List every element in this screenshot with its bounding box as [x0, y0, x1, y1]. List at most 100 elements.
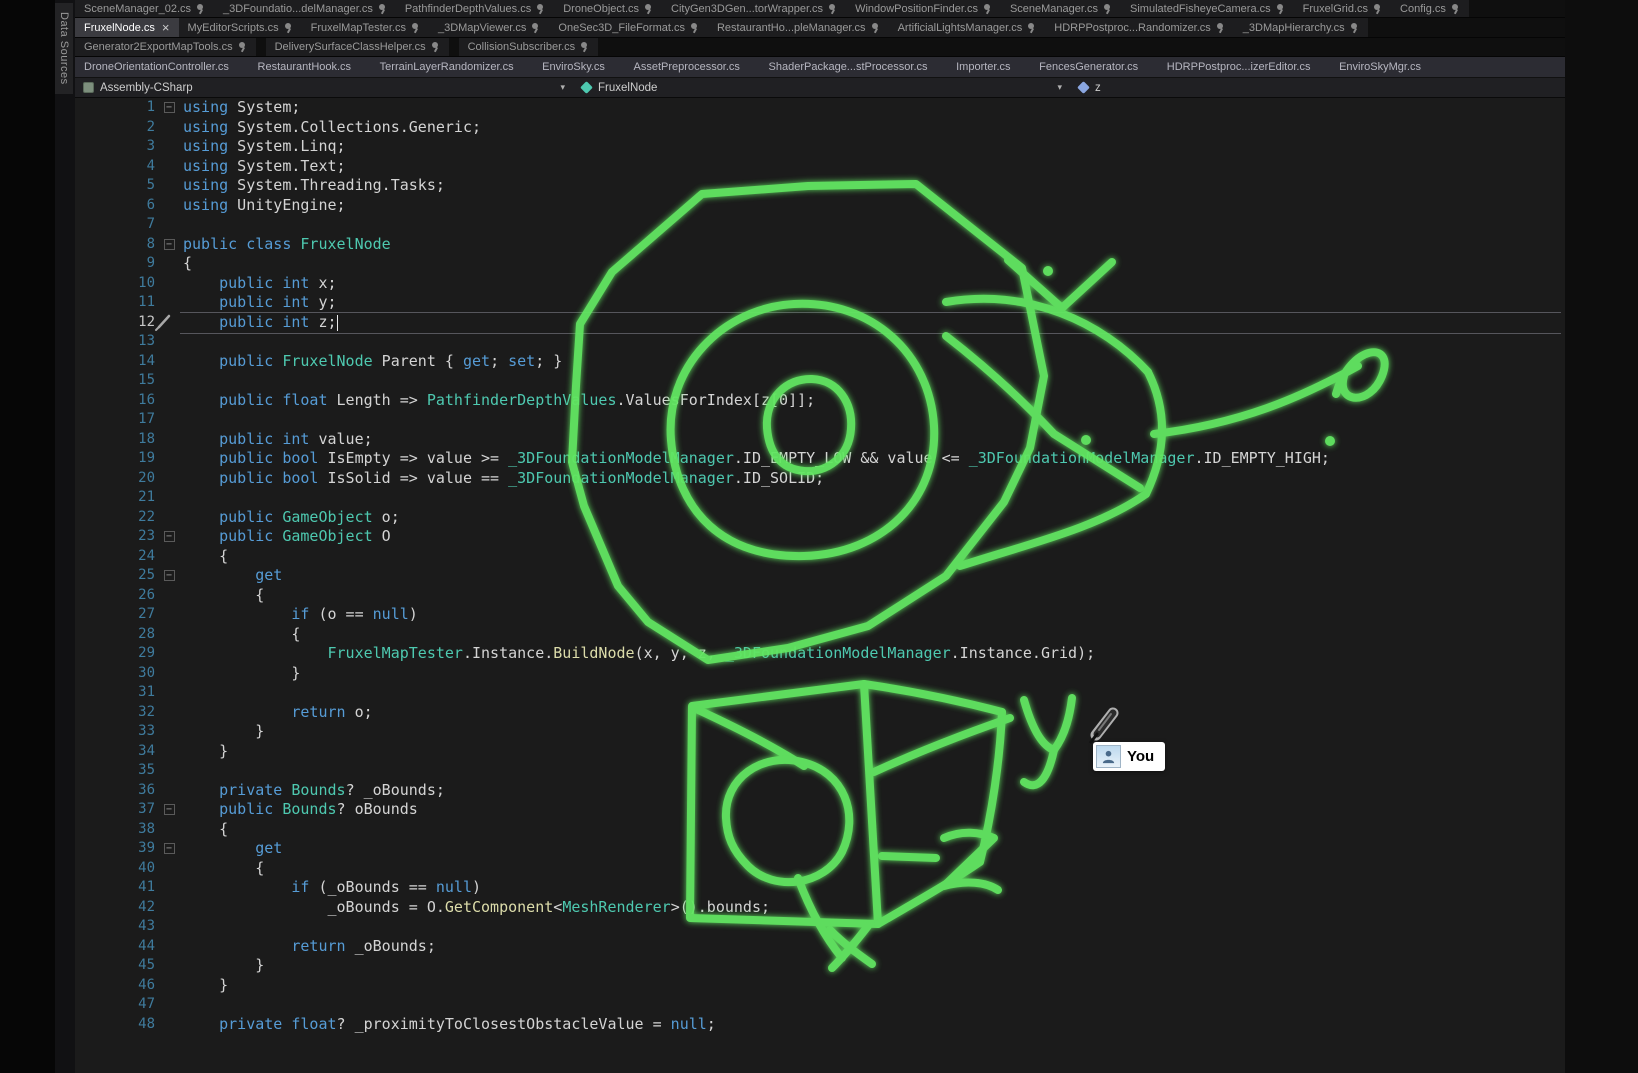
tab-scenemanager-02-cs[interactable]: SceneManager_02.cs — [75, 0, 214, 17]
code-line[interactable]: 37− public Bounds? oBounds — [75, 800, 1565, 820]
tab-restaurantho-plemanager-cs[interactable]: RestaurantHo...pleManager.cs — [708, 18, 889, 37]
tab-fruxelnode-cs[interactable]: FruxelNode.cs× — [75, 18, 179, 37]
code-line[interactable]: 46 } — [75, 976, 1565, 996]
code-line[interactable]: 8−public class FruxelNode — [75, 235, 1565, 255]
tab-hdrppostproc-izereditor-cs[interactable]: HDRPPostproc...izerEditor.cs — [1158, 57, 1320, 77]
code-line[interactable]: 12 public int z; — [75, 313, 1565, 333]
fold-collapse-icon[interactable]: − — [155, 800, 183, 820]
code-line[interactable]: 2using System.Collections.Generic; — [75, 118, 1565, 138]
code-line[interactable]: 45 } — [75, 956, 1565, 976]
code-line[interactable]: 3using System.Linq; — [75, 137, 1565, 157]
code-line[interactable]: 1−using System; — [75, 98, 1565, 118]
tab-restauranthook-cs[interactable]: RestaurantHook.cs — [249, 57, 361, 77]
tab-fruxelgrid-cs[interactable]: FruxelGrid.cs — [1294, 0, 1391, 17]
code-line[interactable]: 44 return _oBounds; — [75, 937, 1565, 957]
pin-icon[interactable] — [284, 22, 293, 34]
tab-assetpreprocessor-cs[interactable]: AssetPreprocessor.cs — [625, 57, 749, 77]
tab--3dmapviewer-cs[interactable]: _3DMapViewer.cs — [429, 18, 549, 37]
code-line[interactable]: 42 _oBounds = O.GetComponent<MeshRendere… — [75, 898, 1565, 918]
code-line[interactable]: 33 } — [75, 722, 1565, 742]
fold-collapse-icon[interactable]: − — [155, 235, 183, 255]
pin-icon[interactable] — [411, 22, 420, 34]
code-line[interactable]: 27 if (o == null) — [75, 605, 1565, 625]
tab-artificiallightsmanager-cs[interactable]: ArtificialLightsManager.cs — [889, 18, 1046, 37]
code-line[interactable]: 47 — [75, 995, 1565, 1015]
code-line[interactable]: 36 private Bounds? _oBounds; — [75, 781, 1565, 801]
tab-hdrppostproc-randomizer-cs[interactable]: HDRPPostproc...Randomizer.cs — [1045, 18, 1234, 37]
code-line[interactable]: 28 { — [75, 625, 1565, 645]
pin-icon[interactable] — [1103, 3, 1112, 15]
code-line[interactable]: 48 private float? _proximityToClosestObs… — [75, 1015, 1565, 1035]
pin-icon[interactable] — [531, 22, 540, 34]
code-editor[interactable]: 1−using System;2using System.Collections… — [75, 98, 1565, 1073]
tab--3dmaphierarchy-cs[interactable]: _3DMapHierarchy.cs — [1234, 18, 1368, 37]
code-line[interactable]: 40 { — [75, 859, 1565, 879]
pin-icon[interactable] — [828, 3, 837, 15]
code-line[interactable]: 21 — [75, 488, 1565, 508]
code-line[interactable]: 41 if (_oBounds == null) — [75, 878, 1565, 898]
tab-terrainlayerrandomizer-cs[interactable]: TerrainLayerRandomizer.cs — [371, 57, 523, 77]
code-line[interactable]: 14 public FruxelNode Parent { get; set; … — [75, 352, 1565, 372]
code-line[interactable]: 31 — [75, 683, 1565, 703]
chevron-down-icon[interactable]: ▾ — [1057, 82, 1062, 93]
pin-icon[interactable] — [196, 3, 205, 15]
code-line[interactable]: 22 public GameObject o; — [75, 508, 1565, 528]
code-line[interactable]: 23− public GameObject O — [75, 527, 1565, 547]
code-line[interactable]: 32 return o; — [75, 703, 1565, 723]
tab-deliverysurfaceclasshelper-cs[interactable]: DeliverySurfaceClassHelper.cs — [266, 38, 449, 56]
code-line[interactable]: 9{ — [75, 254, 1565, 274]
code-line[interactable]: 29 FruxelMapTester.Instance.BuildNode(x,… — [75, 644, 1565, 664]
pin-icon[interactable] — [536, 3, 545, 15]
code-line[interactable]: 7 — [75, 215, 1565, 235]
tab-enviroskymgr-cs[interactable]: EnviroSkyMgr.cs — [1330, 57, 1430, 77]
tab-collisionsubscriber-cs[interactable]: CollisionSubscriber.cs — [459, 38, 599, 56]
fold-collapse-icon[interactable]: − — [155, 839, 183, 859]
type-dropdown[interactable]: FruxelNode ▾ — [573, 78, 1070, 97]
close-icon[interactable]: × — [162, 21, 170, 34]
code-line[interactable]: 43 — [75, 917, 1565, 937]
code-line[interactable]: 39− get — [75, 839, 1565, 859]
code-line[interactable]: 19 public bool IsEmpty => value >= _3DFo… — [75, 449, 1565, 469]
tab-simulatedfisheyecamera-cs[interactable]: SimulatedFisheyeCamera.cs — [1121, 0, 1294, 17]
code-line[interactable]: 16 public float Length => PathfinderDept… — [75, 391, 1565, 411]
data-sources-vertical-tab[interactable]: Data Sources — [55, 3, 73, 94]
pin-icon[interactable] — [983, 3, 992, 15]
tab-droneorientationcontroller-cs[interactable]: DroneOrientationController.cs — [75, 57, 238, 77]
pin-icon[interactable] — [1027, 22, 1036, 34]
code-line[interactable]: 10 public int x; — [75, 274, 1565, 294]
code-line[interactable]: 17 — [75, 410, 1565, 430]
code-line[interactable]: 25− get — [75, 566, 1565, 586]
pin-icon[interactable] — [1216, 22, 1225, 34]
code-line[interactable]: 30 } — [75, 664, 1565, 684]
tab-pathfinderdepthvalues-cs[interactable]: PathfinderDepthValues.cs — [396, 0, 554, 17]
pin-icon[interactable] — [1451, 3, 1460, 15]
pin-icon[interactable] — [238, 41, 247, 53]
pin-icon[interactable] — [690, 22, 699, 34]
tab-importer-cs[interactable]: Importer.cs — [947, 57, 1019, 77]
pin-icon[interactable] — [644, 3, 653, 15]
tab-envirosky-cs[interactable]: EnviroSky.cs — [533, 57, 614, 77]
code-line[interactable]: 13 — [75, 332, 1565, 352]
member-dropdown[interactable]: z — [1070, 78, 1565, 97]
code-line[interactable]: 26 { — [75, 586, 1565, 606]
code-line[interactable]: 18 public int value; — [75, 430, 1565, 450]
code-line[interactable]: 38 { — [75, 820, 1565, 840]
pin-icon[interactable] — [378, 3, 387, 15]
tab-generator2exportmaptools-cs[interactable]: Generator2ExportMapTools.cs — [75, 38, 256, 56]
tab-windowpositionfinder-cs[interactable]: WindowPositionFinder.cs — [846, 0, 1001, 17]
pin-icon[interactable] — [1373, 3, 1382, 15]
code-line[interactable]: 34 } — [75, 742, 1565, 762]
pin-icon[interactable] — [1350, 22, 1359, 34]
fold-collapse-icon[interactable]: − — [155, 566, 183, 586]
code-line[interactable]: 4using System.Text; — [75, 157, 1565, 177]
tab-scenemanager-cs[interactable]: SceneManager.cs — [1001, 0, 1121, 17]
code-line[interactable]: 15 — [75, 371, 1565, 391]
code-line[interactable]: 11 public int y; — [75, 293, 1565, 313]
pin-icon[interactable] — [431, 41, 440, 53]
tab-fencesgenerator-cs[interactable]: FencesGenerator.cs — [1030, 57, 1147, 77]
code-line[interactable]: 20 public bool IsSolid => value == _3DFo… — [75, 469, 1565, 489]
fold-collapse-icon[interactable]: − — [155, 98, 183, 118]
code-line[interactable]: 5using System.Threading.Tasks; — [75, 176, 1565, 196]
tab-onesec3d-fileformat-cs[interactable]: OneSec3D_FileFormat.cs — [549, 18, 708, 37]
chevron-down-icon[interactable]: ▾ — [560, 82, 565, 93]
